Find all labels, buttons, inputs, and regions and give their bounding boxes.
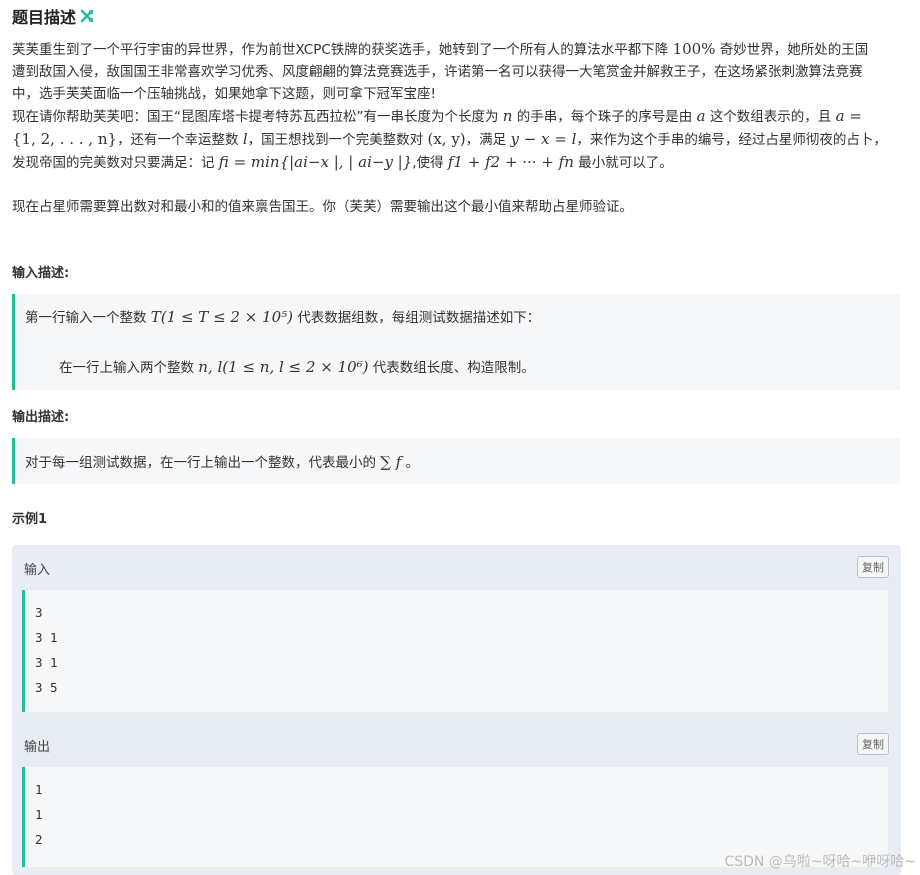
desc-line-1: 芙芙重生到了一个平行宇宙的异世界，作为前世XCPC铁牌的获奖选手，她转到了一个所… <box>12 40 869 58</box>
desc-line-4: 现在请你帮助芙芙吧：国王“昆图库塔卡提考特苏瓦西拉松”有一串长度为个长度为 n … <box>12 107 862 125</box>
code-line: 2 <box>35 832 43 847</box>
code-line: 1 <box>35 807 43 822</box>
desc-line-5: {1, 2, . . . , n}，还有一个幸运整数 l，国王想找到一个完美整数… <box>12 130 887 148</box>
code-line: 3 5 <box>35 680 58 695</box>
example-input-label: 输入 <box>24 563 51 578</box>
desc-line-6: 发现帝国的完美数对只要满足：记 fi = min{|ai−x |, | ai−y… <box>12 153 673 171</box>
problem-description: 芙芙重生到了一个平行宇宙的异世界，作为前世XCPC铁牌的获奖选手，她转到了一个所… <box>12 38 902 218</box>
desc-line-2: 遭到敌国入侵，敌国国王非常喜欢学习优秀、风度翩翩的算法竞赛选手，许诺第一名可以获… <box>12 64 863 80</box>
code-line: 3 1 <box>35 655 58 670</box>
example-box: 输入 复制 3 3 1 3 1 3 5 输出 复制 1 1 2 <box>12 545 901 875</box>
input-description-box: 第一行输入一个整数 T(1 ≤ T ≤ 2 × 10⁵) 代表数据组数，每组测试… <box>12 294 900 390</box>
percent-math: 100% <box>672 40 716 58</box>
input-section-label: 输入描述: <box>12 266 70 281</box>
code-line: 3 1 <box>35 630 58 645</box>
desc-line-7: 现在占星师需要算出数对和最小和的值来禀告国王。你（芙芙）需要输出这个最小值来帮助… <box>12 199 633 215</box>
example-title: 示例1 <box>12 512 48 527</box>
example-output-label: 输出 <box>24 740 51 755</box>
output-desc-line: 对于每一组测试数据，在一行上输出一个整数，代表最小的 ∑ f 。 <box>25 453 420 471</box>
input-desc-line-2: 在一行上输入两个整数 n, l(1 ≤ n, l ≤ 2 × 10⁶) 代表数组… <box>59 358 535 376</box>
desc-line-3: 中，选手芙芙面临一个压轴挑战，如果她拿下这题，则可拿下冠军宝座! <box>12 86 436 102</box>
copy-output-button[interactable]: 复制 <box>857 733 889 755</box>
code-line: 3 <box>35 605 43 620</box>
code-line: 1 <box>35 782 43 797</box>
output-section-label: 输出描述: <box>12 410 70 425</box>
output-description-box: 对于每一组测试数据，在一行上输出一个整数，代表最小的 ∑ f 。 <box>12 438 900 484</box>
example-input-code: 3 3 1 3 1 3 5 <box>22 590 888 712</box>
title-row: 题目描述 <box>12 4 94 28</box>
input-desc-line-1: 第一行输入一个整数 T(1 ≤ T ≤ 2 × 10⁵) 代表数据组数，每组测试… <box>25 308 541 326</box>
watermark: CSDN @乌啦~呀哈~咿呀哈~ <box>724 854 916 870</box>
page-title: 题目描述 <box>12 8 77 27</box>
copy-input-button[interactable]: 复制 <box>857 556 889 578</box>
shuffle-icon[interactable] <box>80 9 94 23</box>
